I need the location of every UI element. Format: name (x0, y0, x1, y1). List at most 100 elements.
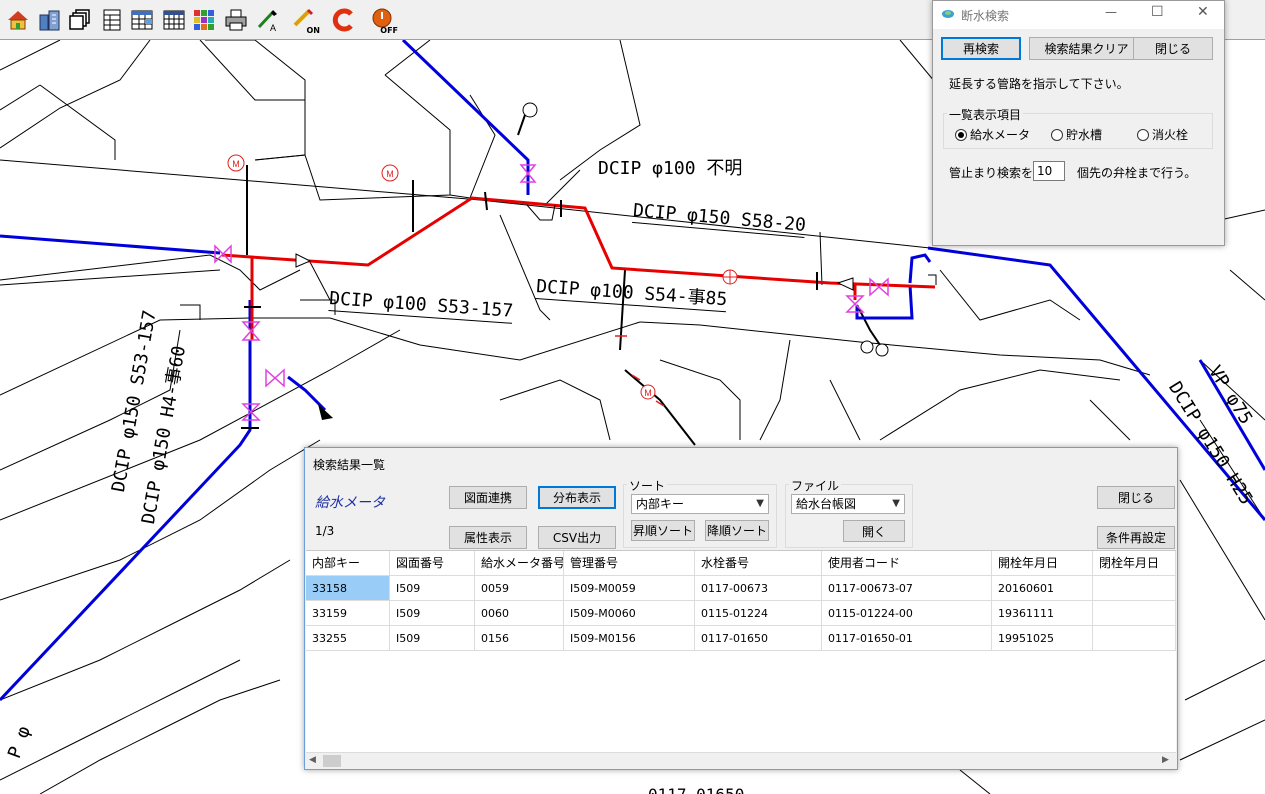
results-close-button[interactable]: 閉じる (1097, 486, 1175, 509)
svg-text:A: A (270, 23, 276, 33)
table-row[interactable]: 33159 I509 0060 I509-M0060 0115-01224 01… (306, 601, 1176, 626)
scroll-left-icon[interactable]: ◀ (309, 755, 316, 765)
cell-user-code[interactable]: 0117-01650-01 (822, 626, 992, 651)
sort-value: 内部キー (636, 497, 685, 511)
stop-search-suffix: 個先の弁栓まで行う。 (1077, 166, 1197, 180)
cell-close-date[interactable] (1093, 626, 1176, 651)
radio-dot[interactable] (1137, 128, 1149, 141)
layers-icon[interactable] (66, 6, 94, 34)
open-button[interactable]: 開く (843, 520, 905, 542)
off-label: OFF (380, 26, 398, 35)
radio-label: 貯水槽 (1066, 128, 1103, 142)
pipe-label: DCIP φ100 不明 (598, 158, 743, 179)
sort-asc-button[interactable]: 昇順ソート (631, 520, 695, 541)
cell-faucet-no[interactable]: 0117-00673 (695, 576, 822, 601)
on-tool-icon[interactable]: ON (290, 6, 321, 35)
cell-internal-key[interactable]: 33159 (306, 601, 390, 626)
radio-label: 給水メータ (970, 128, 1031, 142)
cell-close-date[interactable] (1093, 601, 1176, 626)
spreadsheet-icon[interactable] (160, 6, 188, 34)
file-title: ファイル (789, 477, 842, 494)
csv-export-button[interactable]: CSV出力 (538, 526, 616, 549)
maximize-icon[interactable]: ☐ (1151, 4, 1164, 20)
cell-open-date[interactable]: 20160601 (992, 576, 1093, 601)
cell-meter-no[interactable]: 0156 (475, 626, 564, 651)
radio-water-tank[interactable]: 貯水槽 (1051, 126, 1102, 143)
file-select[interactable]: 給水台帳図 ▼ (791, 494, 905, 514)
cell-drawing-no[interactable]: I509 (390, 601, 475, 626)
home-icon[interactable] (4, 6, 32, 34)
reset-conditions-button[interactable]: 条件再設定 (1097, 526, 1175, 549)
stop-search-prefix: 管止まり検索を (949, 166, 1034, 180)
file-value: 給水台帳図 (796, 497, 857, 511)
scroll-right-icon[interactable]: ▶ (1162, 755, 1169, 765)
svg-text:M: M (386, 169, 394, 179)
distribution-button[interactable]: 分布表示 (538, 486, 616, 509)
printer-icon[interactable] (222, 6, 250, 34)
results-table[interactable]: 内部キー 図面番号 給水メータ番号 管理番号 水栓番号 使用者コード 開栓年月日… (306, 550, 1176, 754)
buildings-icon[interactable] (36, 6, 64, 34)
attributes-button[interactable]: 属性表示 (449, 526, 527, 549)
column-header[interactable]: 閉栓年月日 (1093, 551, 1176, 576)
close-icon[interactable]: ✕ (1197, 4, 1209, 20)
table-grid-icon[interactable] (128, 6, 156, 34)
radio-water-meter[interactable]: 給水メータ (955, 126, 1030, 143)
horizontal-scrollbar[interactable]: ◀ ▶ (306, 752, 1176, 768)
cell-management-no[interactable]: I509-M0059 (564, 576, 695, 601)
display-items-title: 一覧表示項目 (947, 106, 1024, 123)
sort-title: ソート (627, 477, 668, 494)
cell-internal-key[interactable]: 33255 (306, 626, 390, 651)
cell-management-no[interactable]: I509-M0156 (564, 626, 695, 651)
svg-text:M: M (644, 388, 652, 398)
cell-user-code[interactable]: 0117-00673-07 (822, 576, 992, 601)
cell-drawing-no[interactable]: I509 (390, 576, 475, 601)
pen-a-icon[interactable]: A (254, 6, 282, 34)
app-icon (942, 10, 954, 18)
on-label: ON (306, 26, 321, 35)
close-button[interactable]: 閉じる (1133, 37, 1213, 60)
page-indicator: 1/3 (315, 524, 335, 538)
cell-management-no[interactable]: I509-M0060 (564, 601, 695, 626)
pipe-label: 0117-01650 (648, 784, 744, 794)
column-header[interactable]: 内部キー (306, 551, 390, 576)
table-header: 内部キー 図面番号 給水メータ番号 管理番号 水栓番号 使用者コード 開栓年月日… (306, 551, 1176, 576)
cell-meter-no[interactable]: 0060 (475, 601, 564, 626)
map-link-button[interactable]: 図面連携 (449, 486, 527, 509)
radio-dot[interactable] (1051, 128, 1063, 141)
result-type-label: 給水メータ (315, 495, 385, 511)
stop-count-input[interactable]: 10 (1033, 161, 1065, 181)
sort-desc-button[interactable]: 降順ソート (705, 520, 769, 541)
column-header[interactable]: 水栓番号 (695, 551, 822, 576)
sort-select[interactable]: 内部キー ▼ (631, 494, 769, 514)
cell-internal-key[interactable]: 33158 (306, 576, 390, 601)
radio-dot[interactable] (955, 128, 967, 141)
research-button[interactable]: 再検索 (941, 37, 1021, 60)
cell-open-date[interactable]: 19361111 (992, 601, 1093, 626)
cell-meter-no[interactable]: 0059 (475, 576, 564, 601)
cell-user-code[interactable]: 0115-01224-00 (822, 601, 992, 626)
column-header[interactable]: 図面番号 (390, 551, 475, 576)
colorful-grid-icon[interactable] (190, 6, 218, 34)
column-header[interactable]: 給水メータ番号 (475, 551, 564, 576)
minimize-icon[interactable]: — (1105, 5, 1117, 19)
refresh-c-icon[interactable] (330, 6, 358, 34)
column-header[interactable]: 使用者コード (822, 551, 992, 576)
chevron-down-icon: ▼ (892, 498, 900, 509)
table-row[interactable]: 33158 I509 0059 I509-M0059 0117-00673 01… (306, 576, 1176, 601)
cell-faucet-no[interactable]: 0117-01650 (695, 626, 822, 651)
dialog-titlebar: 断水検索 — ☐ ✕ (933, 1, 1224, 29)
table-icon[interactable] (98, 6, 126, 34)
cell-drawing-no[interactable]: I509 (390, 626, 475, 651)
radio-fire-hydrant[interactable]: 消火栓 (1137, 126, 1188, 143)
column-header[interactable]: 開栓年月日 (992, 551, 1093, 576)
chevron-down-icon: ▼ (756, 498, 764, 509)
off-power-icon[interactable]: OFF (368, 6, 398, 35)
results-title: 検索結果一覧 (313, 458, 386, 472)
table-row[interactable]: 33255 I509 0156 I509-M0156 0117-01650 01… (306, 626, 1176, 651)
cell-faucet-no[interactable]: 0115-01224 (695, 601, 822, 626)
column-header[interactable]: 管理番号 (564, 551, 695, 576)
cell-open-date[interactable]: 19951025 (992, 626, 1093, 651)
cell-close-date[interactable] (1093, 576, 1176, 601)
clear-results-button[interactable]: 検索結果クリア (1029, 37, 1144, 60)
scroll-thumb[interactable] (323, 755, 341, 767)
